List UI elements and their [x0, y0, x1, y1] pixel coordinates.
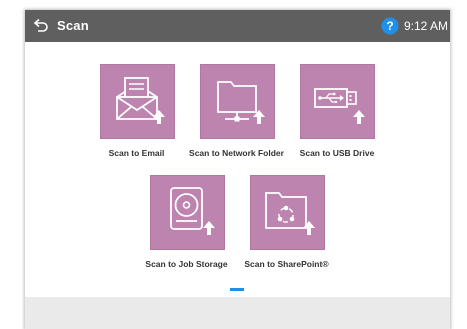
back-arrow-icon[interactable]: [32, 17, 50, 35]
device-screen: Scan ? 9:12 AM Scan to Email Scan to Net…: [25, 10, 450, 329]
bottom-bar: [25, 297, 450, 329]
job-storage-icon: [170, 187, 215, 235]
sharepoint-icon: [265, 192, 315, 235]
usb-drive-icon: [314, 88, 365, 124]
top-bar: Scan ? 9:12 AM: [25, 10, 450, 42]
network-folder-icon: [217, 81, 265, 124]
envelope-icon: [116, 77, 165, 124]
help-icon[interactable]: ?: [381, 17, 399, 35]
scan-to-usb-drive-label: Scan to USB Drive: [299, 148, 375, 158]
page-indicator: [230, 288, 244, 291]
scan-to-email-label: Scan to Email: [108, 148, 165, 158]
svg-text:?: ?: [386, 19, 393, 33]
scan-to-usb-drive-button[interactable]: [300, 64, 375, 139]
scan-to-email-button[interactable]: [100, 64, 175, 139]
scan-to-job-storage-label: Scan to Job Storage: [145, 259, 228, 269]
scan-to-sharepoint-button[interactable]: [250, 175, 325, 250]
scan-to-sharepoint-label: Scan to SharePoint®: [244, 259, 329, 269]
scan-to-network-folder-button[interactable]: [200, 64, 275, 139]
clock: 9:12 AM: [404, 19, 449, 33]
page-title: Scan: [57, 18, 89, 33]
scan-to-network-folder-label: Scan to Network Folder: [189, 148, 284, 158]
scan-to-job-storage-button[interactable]: [150, 175, 225, 250]
